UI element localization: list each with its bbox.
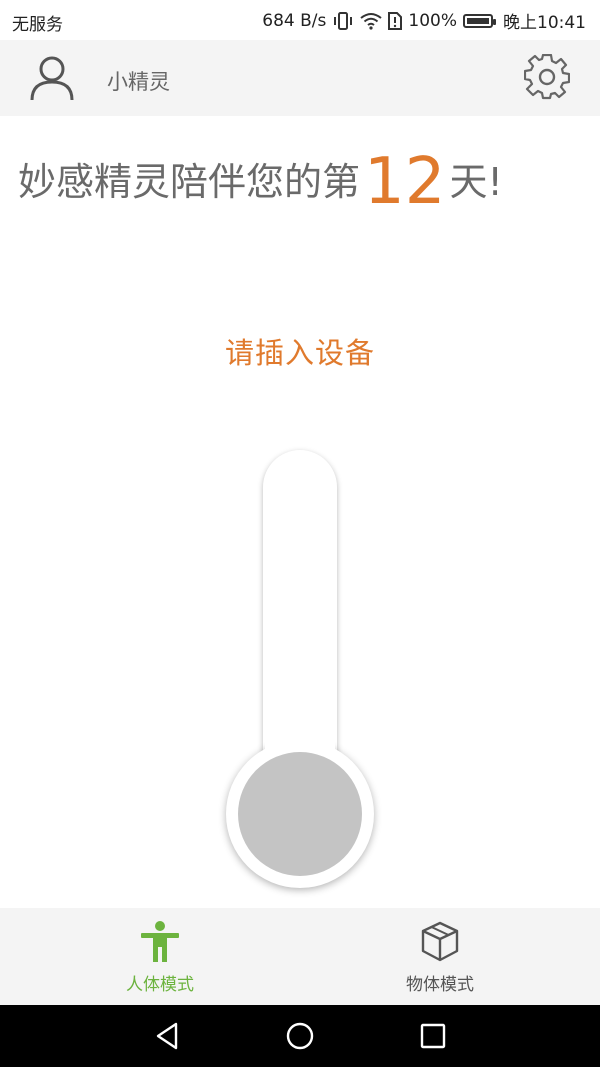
home-icon[interactable] bbox=[283, 1019, 317, 1053]
thermometer-bulb-fill bbox=[238, 752, 362, 876]
vibrate-icon bbox=[334, 11, 353, 30]
thermometer-bulb bbox=[226, 740, 374, 888]
system-nav-bar bbox=[0, 1005, 600, 1067]
wifi-icon bbox=[360, 12, 383, 30]
companion-days-headline: 妙感精灵陪伴您的第 12 天! bbox=[18, 128, 588, 218]
headline-suffix: 天! bbox=[449, 160, 503, 204]
recents-icon[interactable] bbox=[416, 1019, 450, 1053]
back-icon[interactable] bbox=[150, 1019, 184, 1053]
status-indicators: 684 B/s 100% 晚上10:41 bbox=[262, 8, 586, 34]
sim-alert-icon bbox=[388, 11, 403, 30]
settings-gear-icon[interactable] bbox=[524, 54, 570, 100]
headline-prefix: 妙感精灵陪伴您的第 bbox=[18, 160, 361, 204]
tab-human-mode[interactable]: 人体模式 bbox=[10, 908, 310, 1005]
avatar-icon[interactable] bbox=[28, 54, 76, 102]
carrier-label: 无服务 bbox=[12, 15, 63, 35]
mode-tab-bar: 人体模式 物体模式 bbox=[0, 908, 600, 1005]
days-count: 12 bbox=[364, 145, 446, 219]
network-speed: 684 B/s bbox=[262, 10, 327, 31]
box-icon bbox=[421, 921, 459, 962]
insert-device-prompt: 请插入设备 bbox=[224, 336, 375, 370]
tab-human-label: 人体模式 bbox=[126, 975, 194, 995]
person-icon bbox=[141, 921, 179, 962]
status-bar: 无服务 684 B/s 100% 晚上10:41 bbox=[0, 0, 600, 40]
battery-percent: 100% bbox=[408, 10, 457, 31]
battery-icon bbox=[463, 13, 496, 28]
clock: 晚上10:41 bbox=[503, 13, 586, 33]
tab-object-mode[interactable]: 物体模式 bbox=[290, 908, 590, 1005]
thermometer-tube bbox=[263, 450, 337, 830]
tab-object-label: 物体模式 bbox=[406, 975, 474, 995]
app-title: 小精灵 bbox=[107, 70, 170, 94]
app-bar: 小精灵 bbox=[0, 40, 600, 116]
